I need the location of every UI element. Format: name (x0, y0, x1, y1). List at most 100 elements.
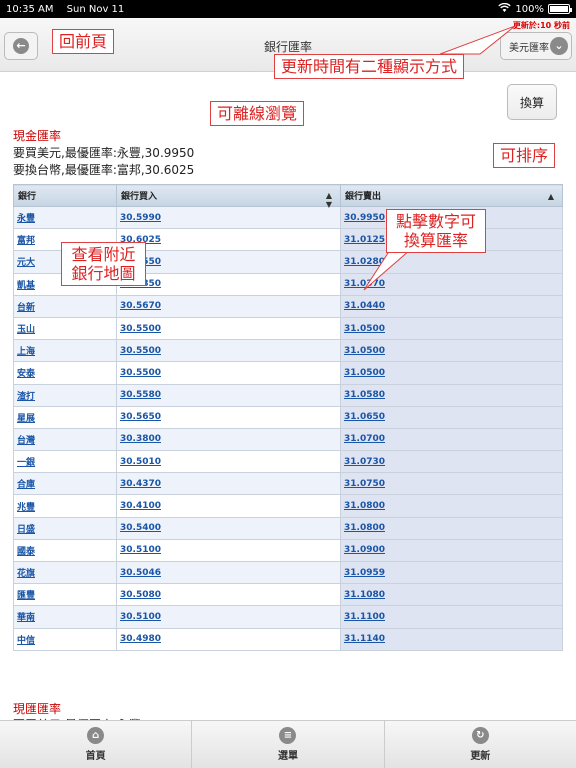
bank-link[interactable]: 玉山 (17, 325, 35, 335)
bank-link[interactable]: 渣打 (17, 392, 35, 402)
spot-rate-title: 現匯匯率 (13, 702, 62, 716)
sell-cell: 31.0800 (340, 516, 563, 540)
buy-rate-link[interactable]: 30.5990 (120, 213, 161, 223)
buy-rate-link[interactable]: 30.3800 (120, 434, 161, 444)
bottom-tab-bar: ⌂ 首頁 ≡ 選單 ↻ 更新 (0, 720, 576, 768)
buy-rate-link[interactable]: 30.4100 (120, 501, 161, 511)
bank-cell: 永豐 (13, 205, 117, 230)
bank-cell: 合庫 (13, 472, 117, 496)
bank-cell: 華南 (13, 605, 117, 629)
chevron-down-icon: ⌄ (550, 37, 568, 55)
bank-link[interactable]: 星展 (17, 414, 35, 424)
bank-link[interactable]: 花旗 (17, 569, 35, 579)
sell-rate-link[interactable]: 31.0580 (344, 390, 385, 400)
column-header-buy[interactable]: 銀行買入 ▲ ▼ (116, 184, 341, 209)
table-row: 中信 30.4980 31.1140 (13, 627, 563, 651)
sell-rate-link[interactable]: 31.0500 (344, 324, 385, 334)
refresh-icon: ↻ (471, 727, 489, 744)
sell-rate-link[interactable]: 31.0500 (344, 346, 385, 356)
callout-update-time: 更新時間有二種顯示方式 (274, 54, 465, 80)
buy-cell: 30.5010 (116, 450, 341, 474)
bank-cell: 中信 (13, 627, 117, 651)
column-header-bank[interactable]: 銀行 (13, 184, 117, 207)
updated-time: 更新於:10 秒前 (512, 21, 570, 30)
bank-link[interactable]: 匯豐 (17, 591, 35, 601)
sell-rate-link[interactable]: 31.0750 (344, 479, 385, 489)
bank-link[interactable]: 一銀 (17, 458, 35, 468)
bank-link[interactable]: 兆豐 (17, 503, 35, 513)
bank-link[interactable]: 永豐 (17, 214, 35, 224)
buy-rate-link[interactable]: 30.5500 (120, 324, 161, 334)
sell-cell: 31.0500 (340, 339, 563, 363)
bank-cell: 匯豐 (13, 583, 117, 607)
bank-link[interactable]: 合庫 (17, 480, 35, 490)
sell-rate-link[interactable]: 31.1100 (344, 612, 385, 622)
sell-rate-link[interactable]: 31.0959 (344, 568, 385, 578)
buy-rate-link[interactable]: 30.5100 (120, 612, 161, 622)
buy-cell: 30.4370 (116, 472, 341, 496)
sell-rate-link[interactable]: 31.0800 (344, 523, 385, 533)
buy-cell: 30.5046 (116, 560, 341, 585)
callout-pointer (440, 26, 516, 55)
wifi-icon (498, 2, 512, 16)
sell-rate-link[interactable]: 31.1080 (344, 590, 385, 600)
table-row: 星展 30.5650 31.0650 (13, 405, 563, 429)
sell-rate-link[interactable]: 31.0700 (344, 434, 385, 444)
sell-rate-link[interactable]: 31.0500 (344, 368, 385, 378)
table-row: 一銀 30.5010 31.0730 (13, 450, 563, 474)
tab-menu[interactable]: ≡ 選單 (192, 721, 385, 768)
buy-rate-link[interactable]: 30.5080 (120, 590, 161, 600)
sell-cell: 31.0900 (340, 538, 563, 563)
bank-cell: 國泰 (13, 538, 117, 563)
tab-refresh[interactable]: ↻ 更新 (385, 721, 576, 768)
buy-cell: 30.5500 (116, 339, 341, 363)
buy-rate-link[interactable]: 30.5500 (120, 368, 161, 378)
sell-rate-link[interactable]: 31.0125 (344, 235, 385, 245)
bank-link[interactable]: 安泰 (17, 369, 35, 379)
tab-home[interactable]: ⌂ 首頁 (0, 721, 193, 768)
buy-rate-link[interactable]: 30.5010 (120, 457, 161, 467)
buy-cell: 30.5080 (116, 583, 341, 607)
bank-link[interactable]: 日盛 (17, 525, 35, 535)
sell-rate-link[interactable]: 31.0900 (344, 545, 385, 555)
bank-link[interactable]: 元大 (17, 258, 35, 268)
bank-cell: 花旗 (13, 560, 117, 585)
buy-cell: 30.5100 (116, 605, 341, 629)
table-row: 國泰 30.5100 31.0900 (13, 538, 563, 563)
exchange-calculator-button[interactable]: 換算 (507, 84, 557, 120)
sell-cell: 31.0580 (340, 383, 563, 407)
buy-cell: 30.5670 (116, 294, 341, 318)
buy-cell: 30.4100 (116, 494, 341, 518)
battery-level: 100% (515, 3, 544, 15)
sell-rate-link[interactable]: 31.0800 (344, 501, 385, 511)
buy-rate-link[interactable]: 30.5670 (120, 301, 161, 311)
sell-rate-link[interactable]: 31.0730 (344, 457, 385, 467)
bank-link[interactable]: 台新 (17, 303, 35, 313)
best-sell-line: 要換台幣,最優匯率:富邦,30.6025 (13, 163, 195, 177)
bank-link[interactable]: 國泰 (17, 547, 35, 557)
status-date: Sun Nov 11 (66, 3, 125, 15)
status-bar: 10:35 AM Sun Nov 11 100% (0, 0, 576, 18)
buy-rate-link[interactable]: 30.4370 (120, 479, 161, 489)
column-header-sell[interactable]: 銀行賣出 ▲ (340, 184, 563, 207)
bank-link[interactable]: 上海 (17, 347, 35, 357)
buy-rate-link[interactable]: 30.5650 (120, 412, 161, 422)
sell-rate-link[interactable]: 31.0650 (344, 412, 385, 422)
bank-link[interactable]: 凱基 (17, 281, 35, 291)
sell-rate-link[interactable]: 31.0440 (344, 301, 385, 311)
bank-link[interactable]: 華南 (17, 613, 35, 623)
buy-rate-link[interactable]: 30.5500 (120, 346, 161, 356)
bank-link[interactable]: 台灣 (17, 436, 35, 446)
sell-rate-link[interactable]: 30.9950 (344, 213, 385, 223)
buy-rate-link[interactable]: 30.5580 (120, 390, 161, 400)
bank-link[interactable]: 中信 (17, 636, 35, 646)
sell-rate-link[interactable]: 31.1140 (344, 634, 385, 644)
sell-cell: 31.1080 (340, 583, 563, 607)
bank-link[interactable]: 富邦 (17, 236, 35, 246)
buy-rate-link[interactable]: 30.4980 (120, 634, 161, 644)
sell-cell: 31.0750 (340, 472, 563, 496)
buy-rate-link[interactable]: 30.5100 (120, 545, 161, 555)
buy-rate-link[interactable]: 30.5046 (120, 568, 161, 578)
buy-rate-link[interactable]: 30.5400 (120, 523, 161, 533)
buy-cell: 30.4980 (116, 627, 341, 651)
